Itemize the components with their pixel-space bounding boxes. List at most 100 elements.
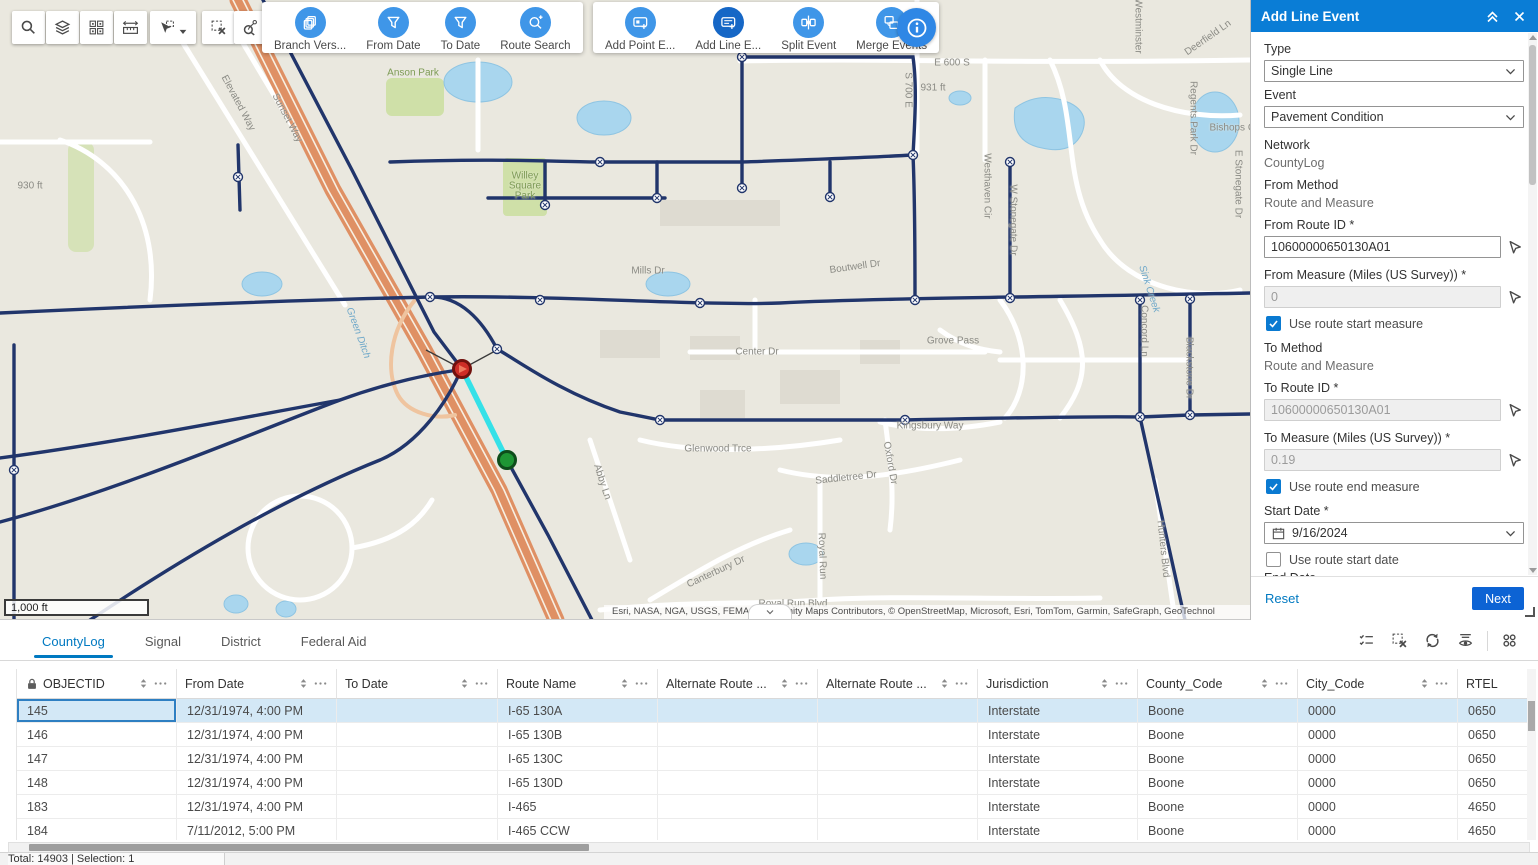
table-cell[interactable] [337, 747, 498, 771]
to-date-button[interactable]: To Date [441, 7, 481, 52]
table-cell[interactable]: Boone [1138, 699, 1298, 723]
start-date-input[interactable]: 9/16/2024 [1264, 522, 1524, 544]
table-cell[interactable]: 12/31/1974, 4:00 PM [177, 699, 337, 723]
from-route-id-input[interactable] [1264, 236, 1501, 258]
table-vertical-scrollbar[interactable] [1527, 669, 1536, 840]
sort-icon[interactable] [779, 677, 790, 690]
sort-icon[interactable] [619, 677, 630, 690]
table-cell[interactable] [337, 699, 498, 723]
table-cell[interactable]: 12/31/1974, 4:00 PM [177, 771, 337, 795]
table-cell[interactable]: Boone [1138, 747, 1298, 771]
select-tool-button[interactable] [150, 11, 196, 44]
tab-district[interactable]: District [219, 623, 263, 658]
table-cell[interactable] [337, 771, 498, 795]
table-row[interactable]: 1847/11/2012, 5:00 PMI-465 CCWInterstate… [17, 819, 1528, 840]
reset-link[interactable]: Reset [1265, 591, 1472, 606]
table-cell[interactable] [818, 699, 978, 723]
table-cell[interactable] [818, 795, 978, 819]
attribution-collapse-button[interactable] [748, 604, 792, 619]
split-event-button[interactable]: Split Event [781, 7, 836, 52]
route-search-button[interactable]: Route Search [500, 7, 570, 52]
table-cell[interactable]: 12/31/1974, 4:00 PM [177, 747, 337, 771]
table-cell[interactable] [818, 723, 978, 747]
table-cell[interactable]: I-65 130B [498, 723, 658, 747]
panel-resize-handle[interactable] [1525, 607, 1535, 617]
checkbox-checked-icon[interactable] [1266, 479, 1281, 494]
tab-signal[interactable]: Signal [143, 623, 183, 658]
table-cell[interactable]: Interstate [978, 771, 1138, 795]
table-cell[interactable]: 146 [17, 723, 177, 747]
table-cell[interactable]: Boone [1138, 795, 1298, 819]
column-menu-icon[interactable] [1434, 676, 1449, 691]
pick-from-measure-on-map-icon[interactable] [1507, 289, 1524, 306]
column-header-route-name[interactable]: Route Name [498, 669, 658, 699]
type-select[interactable]: Single Line [1264, 60, 1524, 82]
column-menu-icon[interactable] [954, 676, 969, 691]
table-cell[interactable]: 12/31/1974, 4:00 PM [177, 723, 337, 747]
clear-selection-button[interactable] [1385, 626, 1414, 655]
column-header-to-date[interactable]: To Date [337, 669, 498, 699]
panel-scrollbar[interactable] [1528, 33, 1537, 575]
table-cell[interactable]: 0000 [1298, 819, 1458, 840]
table-cell[interactable]: 0000 [1298, 723, 1458, 747]
table-row[interactable]: 14512/31/1974, 4:00 PMI-65 130AInterstat… [17, 699, 1528, 723]
table-cell[interactable]: 0650 [1458, 771, 1528, 795]
column-header-city-code[interactable]: City_Code [1298, 669, 1458, 699]
table-cell[interactable] [818, 747, 978, 771]
table-cell[interactable] [658, 819, 818, 840]
collapse-panel-icon[interactable] [1484, 8, 1501, 25]
tab-federal-aid[interactable]: Federal Aid [299, 623, 369, 658]
checkbox-checked-icon[interactable] [1266, 316, 1281, 331]
branch-vers-button[interactable]: Branch Vers... [274, 7, 346, 52]
table-cell[interactable] [658, 747, 818, 771]
column-menu-icon[interactable] [1274, 676, 1289, 691]
table-cell[interactable]: I-465 CCW [498, 819, 658, 840]
caret-down-icon[interactable] [178, 23, 188, 33]
measure-tool-button[interactable] [114, 11, 147, 44]
options-grid-button[interactable] [1495, 626, 1524, 655]
table-cell[interactable]: 145 [17, 699, 177, 723]
column-header-county-code[interactable]: County_Code [1138, 669, 1298, 699]
sort-icon[interactable] [1259, 677, 1270, 690]
table-cell[interactable] [337, 819, 498, 840]
search-tool-button[interactable] [12, 11, 45, 44]
sort-icon[interactable] [138, 677, 149, 690]
table-cell[interactable]: I-465 [498, 795, 658, 819]
column-header-jurisdiction[interactable]: Jurisdiction [978, 669, 1138, 699]
table-row[interactable]: 14712/31/1974, 4:00 PMI-65 130CInterstat… [17, 747, 1528, 771]
show-selection-button[interactable] [1352, 626, 1381, 655]
table-cell[interactable]: 0000 [1298, 771, 1458, 795]
table-cell[interactable]: I-65 130A [498, 699, 658, 723]
from-date-button[interactable]: From Date [366, 7, 420, 52]
table-cell[interactable]: Interstate [978, 819, 1138, 840]
table-row[interactable]: 14812/31/1974, 4:00 PM I-65 130D Interstat… [17, 771, 1528, 795]
table-cell[interactable] [818, 819, 978, 840]
table-cell[interactable]: 184 [17, 819, 177, 840]
table-cell[interactable] [658, 723, 818, 747]
table-cell[interactable]: 0000 [1298, 699, 1458, 723]
table-cell[interactable] [337, 723, 498, 747]
table-cell[interactable]: I-65 130D [498, 771, 658, 795]
table-cell[interactable] [818, 771, 978, 795]
table-cell[interactable]: 4650 [1458, 819, 1528, 840]
pick-to-route-on-map-icon[interactable] [1507, 402, 1524, 419]
table-cell[interactable]: 0000 [1298, 795, 1458, 819]
tab-countylog[interactable]: CountyLog [40, 623, 107, 658]
column-header-from-date[interactable]: From Date [177, 669, 337, 699]
sort-icon[interactable] [1099, 677, 1110, 690]
close-panel-icon[interactable] [1511, 8, 1528, 25]
table-cell[interactable]: Interstate [978, 747, 1138, 771]
clear-selection-tool-button[interactable] [202, 11, 235, 44]
table-cell[interactable]: Interstate [978, 723, 1138, 747]
pick-from-route-on-map-icon[interactable] [1507, 239, 1524, 256]
checkbox-unchecked-icon[interactable] [1266, 552, 1281, 567]
table-cell[interactable] [658, 795, 818, 819]
table-cell[interactable]: I-65 130C [498, 747, 658, 771]
table-cell[interactable]: 0650 [1458, 723, 1528, 747]
use-route-start-date-checkbox[interactable]: Use route start date [1266, 552, 1524, 567]
table-cell[interactable]: Boone [1138, 819, 1298, 840]
sort-icon[interactable] [459, 677, 470, 690]
table-cell[interactable]: 148 [17, 771, 177, 795]
use-route-end-measure-checkbox[interactable]: Use route end measure [1266, 479, 1524, 494]
table-cell[interactable]: 4650 [1458, 795, 1528, 819]
